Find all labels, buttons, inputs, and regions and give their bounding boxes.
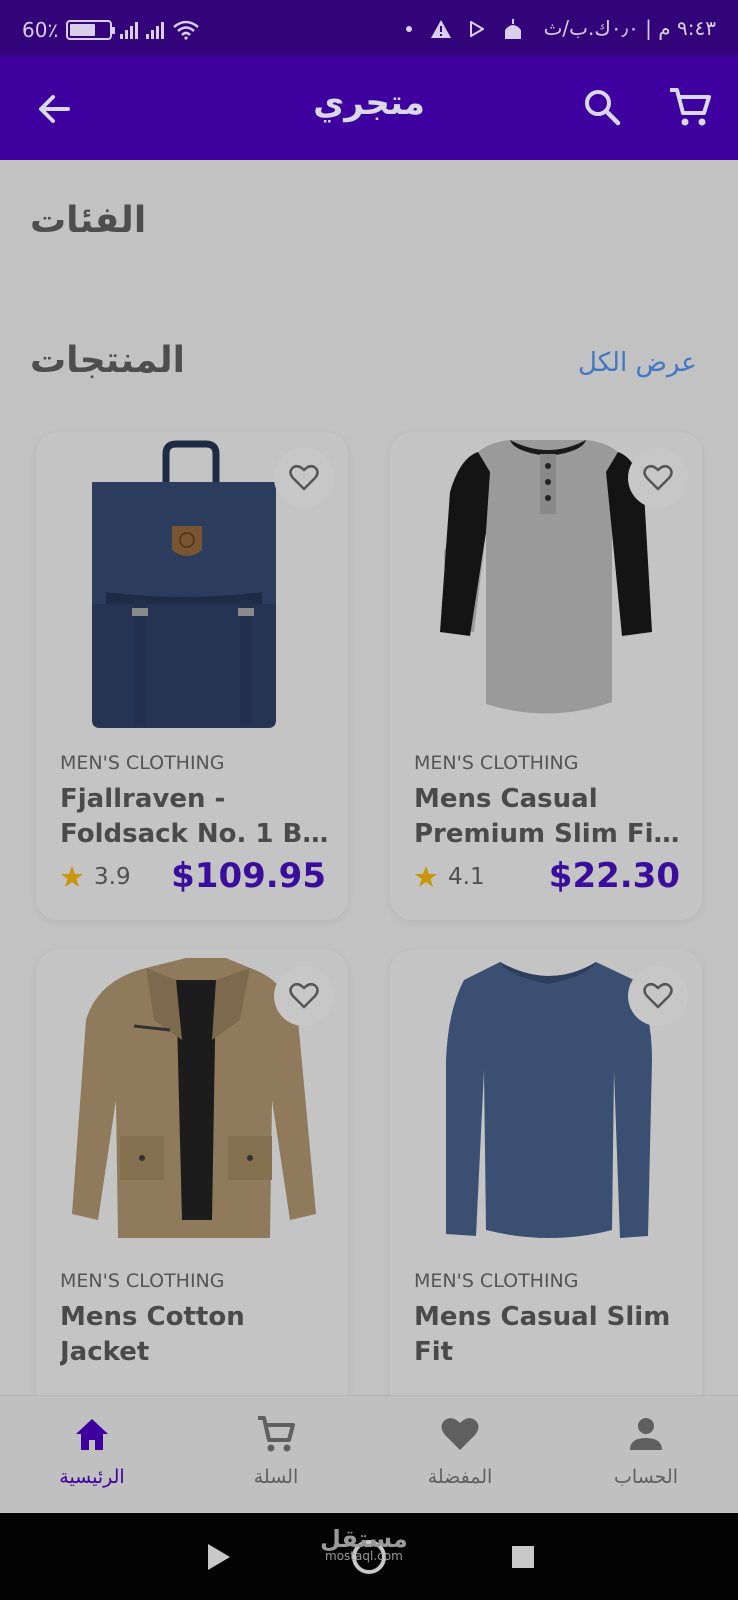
heart-icon: [441, 1418, 479, 1450]
star-icon: [61, 866, 83, 887]
product-card-tshirt[interactable]: MEN'S CLOTHING Mens Casual Premium Slim …: [390, 432, 702, 920]
product-category: MEN'S CLOTHING: [414, 752, 579, 774]
app-bar: متجري: [0, 55, 738, 160]
product-category: MEN'S CLOTHING: [414, 1270, 579, 1292]
product-category: MEN'S CLOTHING: [60, 1270, 225, 1292]
product-price: $109.95: [171, 856, 326, 896]
nav-item-account[interactable]: الحساب: [554, 1396, 738, 1514]
heart-outline-icon: [643, 982, 673, 1009]
favorite-button[interactable]: [628, 966, 688, 1026]
nav-item-cart[interactable]: السلة: [184, 1396, 368, 1514]
page-title: متجري: [313, 83, 425, 123]
status-bar: 60٪ ٩:٤٣ م | ٠٫٠ك.ب/ث: [0, 0, 738, 55]
bottom-navigation: الرئيسية السلة المفضلة الحساب: [0, 1395, 738, 1513]
view-all-link[interactable]: عرض الكل: [578, 348, 697, 378]
cart-icon[interactable]: [668, 85, 712, 129]
signal-icon-2: [146, 21, 165, 39]
nav-item-home[interactable]: الرئيسية: [0, 1396, 184, 1514]
products-title: المنتجات: [30, 340, 186, 381]
categories-title: الفئات: [30, 200, 147, 241]
heart-outline-icon: [289, 982, 319, 1009]
signal-icon: [120, 21, 139, 39]
nav-item-favorites[interactable]: المفضلة: [368, 1396, 552, 1514]
search-icon[interactable]: [582, 87, 622, 127]
product-card-backpack[interactable]: MEN'S CLOTHING Fjallraven - Foldsack No.…: [36, 432, 348, 920]
product-rating: 3.9: [60, 864, 131, 890]
heart-outline-icon: [289, 464, 319, 491]
warning-icon: [431, 20, 451, 38]
product-rating: 4.1: [414, 864, 485, 890]
status-time: ٩:٤٣ م | ٠٫٠ك.ب/ث: [543, 16, 716, 40]
product-card-jacket[interactable]: MEN'S CLOTHING Mens Cotton Jacket: [36, 950, 348, 1395]
battery-percent: 60٪: [22, 18, 59, 42]
person-icon: [630, 1418, 662, 1450]
product-category: MEN'S CLOTHING: [60, 752, 225, 774]
watermark-logo: مستقل mostaql.com: [320, 1525, 408, 1563]
favorite-button[interactable]: [274, 448, 334, 508]
system-back-icon[interactable]: [208, 1544, 230, 1570]
home-icon: [76, 1419, 108, 1450]
battery-icon: [66, 20, 116, 40]
product-name[interactable]: Mens Casual Slim Fit: [414, 1300, 684, 1370]
dot-icon: [406, 26, 412, 32]
product-name[interactable]: Mens Casual Premium Slim Fit...: [414, 782, 684, 852]
product-name[interactable]: Mens Cotton Jacket: [60, 1300, 330, 1370]
product-name[interactable]: Fjallraven - Foldsack No. 1 B...: [60, 782, 330, 852]
system-navigation-bar: مستقل mostaql.com: [0, 1513, 738, 1600]
play-store-icon: [470, 21, 484, 37]
system-recents-icon[interactable]: [512, 1546, 534, 1568]
favorite-button[interactable]: [628, 448, 688, 508]
heart-outline-icon: [643, 464, 673, 491]
mosque-icon: [505, 19, 521, 39]
star-icon: [415, 866, 437, 887]
favorite-button[interactable]: [274, 966, 334, 1026]
product-price: $22.30: [548, 856, 680, 896]
product-card-longsleeve[interactable]: MEN'S CLOTHING Mens Casual Slim Fit: [390, 950, 702, 1395]
cart-icon: [258, 1416, 295, 1452]
main-content: الفئات المنتجات عرض الكل MEN'S CLOTHING …: [0, 160, 738, 1395]
wifi-icon: [173, 20, 200, 40]
